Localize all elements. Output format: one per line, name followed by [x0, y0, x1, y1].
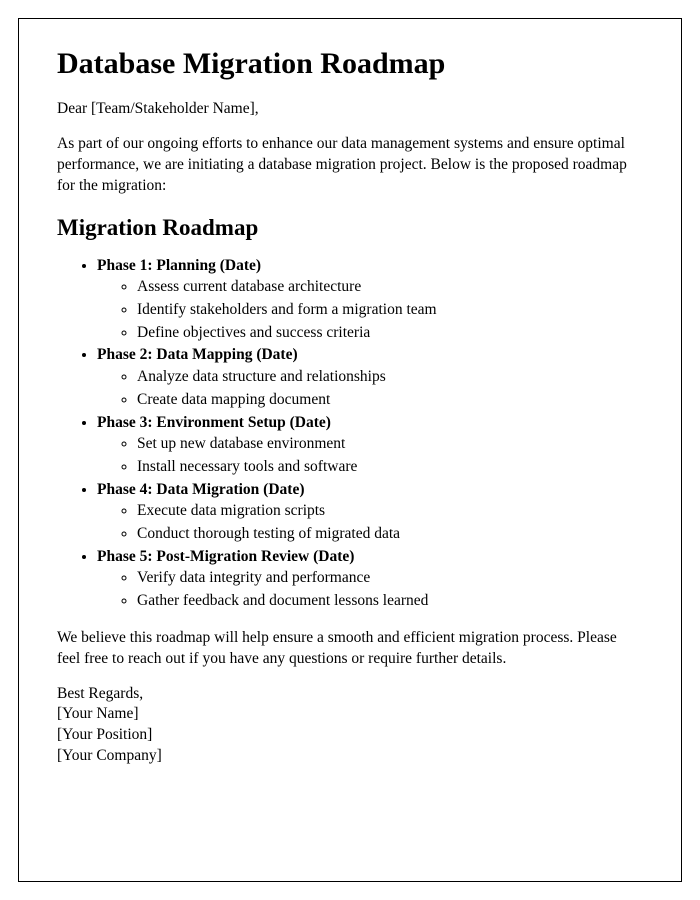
phase-item: Phase 1: Planning (Date) Assess current …	[97, 255, 643, 344]
intro-paragraph: As part of our ongoing efforts to enhanc…	[57, 134, 643, 197]
phase-title: Phase 5: Post-Migration Review (Date)	[97, 548, 354, 565]
section-heading: Migration Roadmap	[57, 215, 643, 241]
phase-title: Phase 3: Environment Setup (Date)	[97, 414, 331, 431]
phase-title: Phase 4: Data Migration (Date)	[97, 481, 304, 498]
signature-company: [Your Company]	[57, 746, 643, 767]
phase-item: Phase 5: Post-Migration Review (Date) Ve…	[97, 546, 643, 612]
phase-title: Phase 2: Data Mapping (Date)	[97, 346, 298, 363]
task-item: Set up new database environment	[137, 433, 643, 455]
task-item: Analyze data structure and relationships	[137, 366, 643, 388]
task-item: Gather feedback and document lessons lea…	[137, 590, 643, 612]
tasks-list: Execute data migration scripts Conduct t…	[97, 500, 643, 544]
phases-list: Phase 1: Planning (Date) Assess current …	[57, 255, 643, 612]
task-item: Verify data integrity and performance	[137, 567, 643, 589]
task-item: Identify stakeholders and form a migrati…	[137, 299, 643, 321]
task-item: Conduct thorough testing of migrated dat…	[137, 523, 643, 545]
phase-title: Phase 1: Planning (Date)	[97, 257, 261, 274]
salutation: Dear [Team/Stakeholder Name],	[57, 99, 643, 120]
signature-name: [Your Name]	[57, 704, 643, 725]
phase-item: Phase 3: Environment Setup (Date) Set up…	[97, 412, 643, 478]
closing-paragraph: We believe this roadmap will help ensure…	[57, 628, 643, 670]
task-item: Create data mapping document	[137, 389, 643, 411]
tasks-list: Analyze data structure and relationships…	[97, 366, 643, 410]
signature-regards: Best Regards,	[57, 684, 643, 705]
task-item: Install necessary tools and software	[137, 456, 643, 478]
phase-item: Phase 2: Data Mapping (Date) Analyze dat…	[97, 344, 643, 410]
task-item: Execute data migration scripts	[137, 500, 643, 522]
signature-position: [Your Position]	[57, 725, 643, 746]
document-title: Database Migration Roadmap	[57, 47, 643, 81]
signature-block: Best Regards, [Your Name] [Your Position…	[57, 684, 643, 768]
task-item: Assess current database architecture	[137, 276, 643, 298]
document-frame: Database Migration Roadmap Dear [Team/St…	[18, 18, 682, 882]
tasks-list: Assess current database architecture Ide…	[97, 276, 643, 343]
tasks-list: Set up new database environment Install …	[97, 433, 643, 477]
tasks-list: Verify data integrity and performance Ga…	[97, 567, 643, 611]
phase-item: Phase 4: Data Migration (Date) Execute d…	[97, 479, 643, 545]
task-item: Define objectives and success criteria	[137, 322, 643, 344]
